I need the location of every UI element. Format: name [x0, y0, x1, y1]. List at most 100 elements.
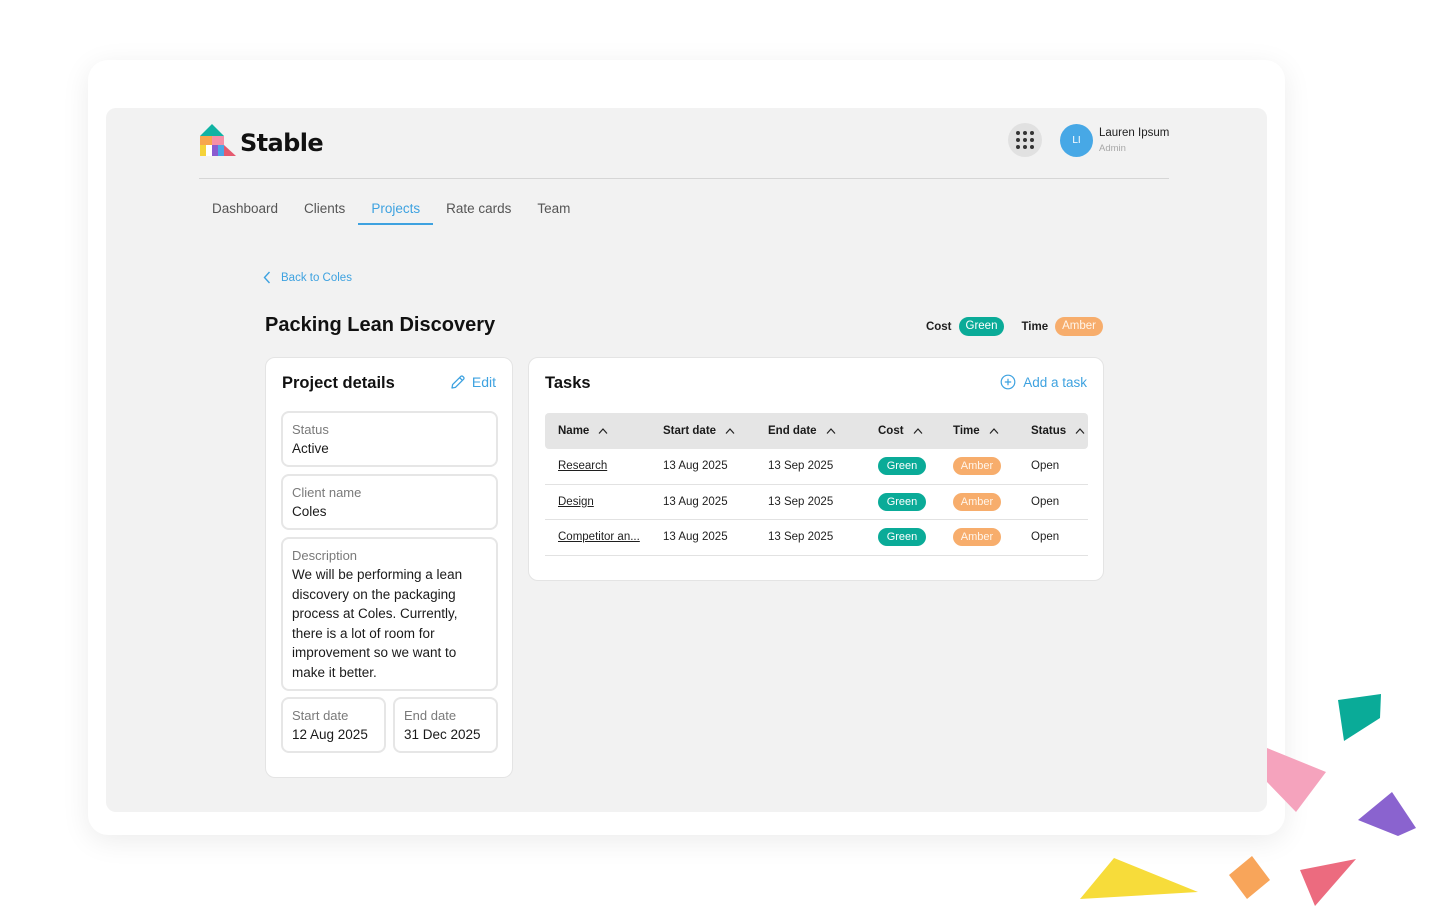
page-title: Packing Lean Discovery — [265, 314, 496, 336]
chevron-up-icon — [913, 428, 923, 434]
confetti-red-shape — [1300, 859, 1356, 906]
confetti-orange-shape — [1229, 856, 1270, 899]
column-header-name[interactable]: Name — [545, 425, 649, 437]
back-to-client-link[interactable]: Back to Coles — [263, 271, 352, 284]
client-name-field: Client name Coles — [281, 474, 498, 530]
nav-item-team[interactable]: Team — [524, 199, 583, 225]
start-date-field: Start date 12 Aug 2025 — [281, 697, 386, 753]
tasks-title: Tasks — [545, 374, 591, 392]
time-status-badge: Amber — [953, 457, 1001, 476]
nav-item-rate-cards[interactable]: Rate cards — [433, 199, 524, 225]
cost-label: Cost — [925, 320, 952, 333]
end-date-field: End date 31 Dec 2025 — [393, 697, 498, 753]
pencil-icon — [451, 375, 465, 389]
grid-dots-icon — [1016, 131, 1034, 149]
edit-project-button[interactable]: Edit — [450, 374, 496, 390]
task-status: Open — [1031, 495, 1060, 508]
task-status: Open — [1031, 531, 1060, 544]
column-header-status[interactable]: Status — [1011, 425, 1088, 437]
column-label: Name — [558, 425, 590, 437]
project-details-title: Project details — [282, 374, 395, 392]
time-label: Time — [1021, 320, 1049, 333]
client-name-label: Client name — [292, 485, 362, 500]
header-divider — [199, 178, 1169, 179]
column-label: Start date — [663, 425, 717, 437]
column-header-start-date[interactable]: Start date — [649, 425, 752, 437]
chevron-up-icon — [1075, 428, 1085, 434]
nav-item-clients[interactable]: Clients — [291, 199, 358, 225]
stable-logo-mark-icon — [200, 124, 236, 156]
cost-status-badge: Green — [958, 317, 1005, 336]
brand-name: Stable — [240, 129, 324, 157]
confetti-teal-shape — [1338, 694, 1381, 741]
user-name: Lauren Ipsum — [1099, 127, 1170, 139]
task-name-link[interactable]: Design — [545, 496, 649, 508]
chevron-up-icon — [598, 428, 608, 434]
user-role: Admin — [1099, 143, 1126, 154]
time-status-badge: Amber — [1055, 317, 1103, 336]
table-row: Competitor an... 13 Aug 2025 13 Sep 2025… — [545, 520, 1088, 556]
task-cost-cell: Green — [854, 457, 934, 476]
column-label: End date — [768, 425, 817, 437]
chevron-up-icon — [725, 428, 735, 434]
description-value: We will be performing a lean discovery o… — [292, 567, 463, 680]
column-label: Status — [1031, 425, 1067, 437]
column-header-end-date[interactable]: End date — [752, 425, 854, 437]
nav-item-projects[interactable]: Projects — [358, 199, 434, 225]
task-end-date: 13 Sep 2025 — [768, 495, 834, 508]
status-label: Status — [292, 422, 329, 437]
task-end-date: 13 Sep 2025 — [768, 531, 834, 544]
column-header-cost[interactable]: Cost — [854, 425, 934, 437]
task-time-cell: Amber — [934, 528, 1011, 547]
status-field: Status Active — [281, 411, 498, 467]
tasks-table-header: Name Start date End date Cost Time Statu… — [545, 413, 1088, 449]
edit-label: Edit — [471, 374, 496, 390]
task-end-date: 13 Sep 2025 — [768, 460, 834, 473]
task-start-date: 13 Aug 2025 — [663, 495, 728, 508]
column-label: Time — [953, 425, 980, 437]
user-avatar[interactable]: LI — [1060, 124, 1093, 157]
start-date-label: Start date — [292, 708, 349, 723]
table-row: Research 13 Aug 2025 13 Sep 2025 Green A… — [545, 449, 1088, 485]
add-task-button[interactable]: Add a task — [1000, 374, 1087, 390]
task-name-link[interactable]: Competitor an... — [545, 531, 649, 543]
task-cost-cell: Green — [854, 528, 934, 547]
confetti-yellow-shape — [1080, 858, 1198, 899]
cost-status-badge: Green — [878, 528, 926, 547]
cost-status-badge: Green — [878, 492, 926, 511]
project-rag-summary: Cost Green Time Amber — [926, 317, 1103, 336]
plus-circle-icon — [1000, 374, 1016, 390]
tasks-card: Tasks Add a task Name Start date End dat… — [528, 357, 1104, 581]
task-start-date: 13 Aug 2025 — [663, 460, 728, 473]
main-nav: Dashboard Clients Projects Rate cards Te… — [199, 199, 583, 225]
client-name-value: Coles — [292, 504, 327, 519]
end-date-label: End date — [404, 708, 457, 723]
column-header-time[interactable]: Time — [934, 425, 1011, 437]
chevron-up-icon — [826, 428, 836, 434]
back-link-label: Back to Coles — [281, 271, 352, 284]
nav-item-dashboard[interactable]: Dashboard — [199, 199, 291, 225]
project-details-card: Project details Edit Status Active Clien… — [265, 357, 513, 778]
column-label: Cost — [878, 425, 904, 437]
start-date-value: 12 Aug 2025 — [292, 727, 368, 742]
task-time-cell: Amber — [934, 457, 1011, 476]
confetti-purple-shape — [1358, 792, 1416, 836]
task-cost-cell: Green — [854, 492, 934, 511]
chevron-left-icon — [263, 271, 271, 284]
tasks-table: Name Start date End date Cost Time Statu… — [545, 413, 1088, 556]
task-name-link[interactable]: Research — [545, 460, 649, 472]
task-start-date: 13 Aug 2025 — [663, 531, 728, 544]
apps-menu-button[interactable] — [1008, 123, 1042, 157]
description-label: Description — [292, 548, 358, 563]
table-row: Design 13 Aug 2025 13 Sep 2025 Green Amb… — [545, 485, 1088, 520]
status-value: Active — [292, 441, 329, 456]
cost-status-badge: Green — [878, 457, 926, 476]
time-status-badge: Amber — [953, 528, 1001, 547]
task-status: Open — [1031, 460, 1060, 473]
task-time-cell: Amber — [934, 492, 1011, 511]
description-field: Description We will be performing a lean… — [281, 537, 498, 691]
chevron-up-icon — [989, 428, 999, 434]
time-status-badge: Amber — [953, 492, 1001, 511]
stable-logo[interactable]: Stable — [198, 124, 324, 158]
add-task-label: Add a task — [1023, 374, 1087, 390]
